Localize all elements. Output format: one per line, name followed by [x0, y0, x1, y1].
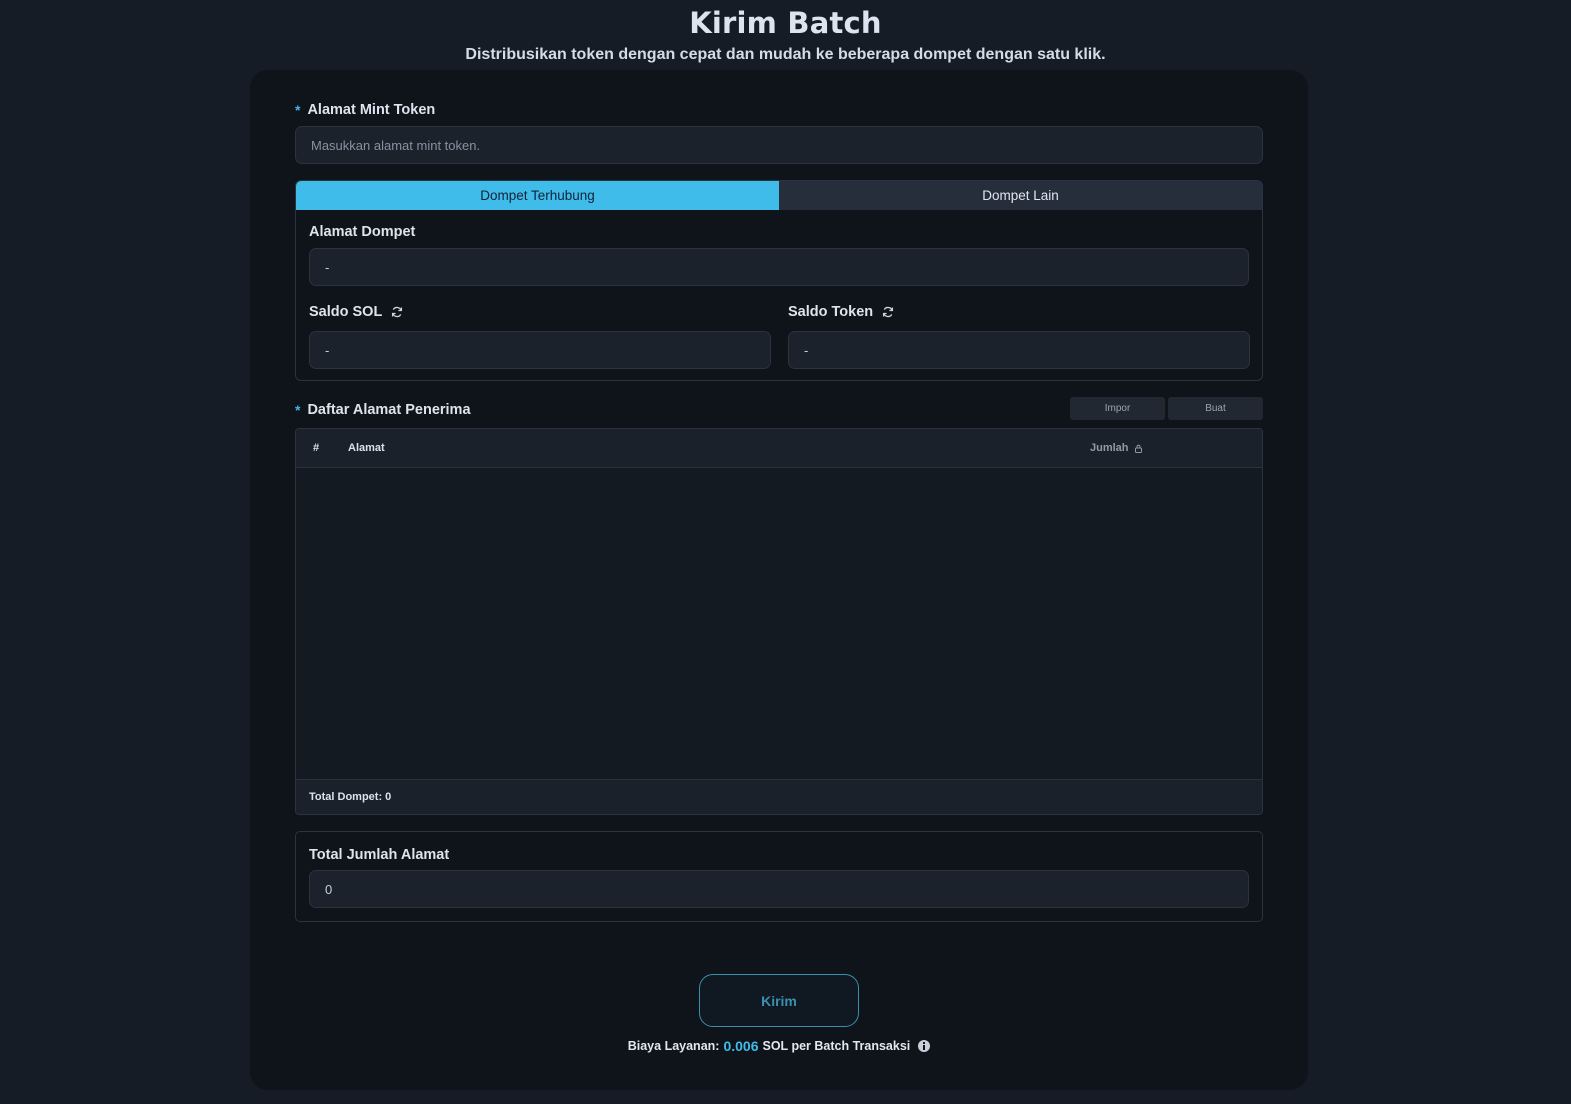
required-mark: * — [295, 402, 301, 418]
sol-balance-label: Saldo SOL — [309, 304, 403, 320]
recipient-table: # Alamat Jumlah Total Dompet: 0 — [295, 428, 1263, 815]
page-header: Kirim Batch Distribusikan token dengan c… — [0, 0, 1571, 64]
send-button[interactable]: Kirim — [699, 974, 859, 1027]
create-button[interactable]: Buat — [1168, 397, 1263, 420]
wallet-address-value: - — [325, 259, 330, 275]
total-amount-field: 0 — [309, 870, 1249, 908]
column-amount-label: Jumlah — [1090, 442, 1129, 454]
total-amount-value: 0 — [325, 881, 333, 897]
lock-icon — [1134, 444, 1142, 453]
table-footer: Total Dompet: 0 — [296, 779, 1262, 814]
column-index: # — [313, 442, 320, 454]
sol-balance-field: - — [309, 331, 771, 369]
wallet-address-field: - — [309, 248, 1249, 286]
fee-prefix: Biaya Layanan: — [627, 1039, 720, 1053]
page-title: Kirim Batch — [689, 6, 882, 40]
mint-address-label-text: Alamat Mint Token — [307, 102, 436, 118]
mint-address-label: * Alamat Mint Token — [295, 102, 435, 118]
total-wallets-text: Total Dompet: 0 — [309, 791, 392, 803]
tab-other-wallet[interactable]: Dompet Lain — [779, 181, 1262, 210]
fee-suffix: SOL per Batch Transaksi — [762, 1039, 911, 1053]
import-button[interactable]: Impor — [1070, 397, 1165, 420]
tab-connected-wallet[interactable]: Dompet Terhubung — [296, 181, 779, 210]
page-subtitle: Distribusikan token dengan cepat dan mud… — [465, 46, 1106, 63]
mint-address-placeholder: Masukkan alamat mint token. — [311, 137, 481, 153]
refresh-token-icon[interactable] — [882, 306, 894, 318]
wallet-tabs: Dompet Terhubung Dompet Lain — [296, 181, 1262, 210]
refresh-sol-icon[interactable] — [391, 306, 403, 318]
batch-send-card: * Alamat Mint Token Masukkan alamat mint… — [250, 70, 1308, 1090]
total-amount-label: Total Jumlah Alamat — [309, 847, 450, 863]
token-balance-label: Saldo Token — [788, 304, 894, 320]
fee-amount: 0.006 — [723, 1038, 759, 1054]
token-balance-label-text: Saldo Token — [788, 304, 874, 320]
wallet-address-label: Alamat Dompet — [309, 224, 416, 240]
token-balance-value: - — [804, 342, 809, 358]
recipient-list-label-text: Daftar Alamat Penerima — [307, 402, 471, 418]
total-amount-panel: Total Jumlah Alamat 0 — [295, 831, 1263, 922]
token-balance-field: - — [788, 331, 1250, 369]
sol-balance-value: - — [325, 342, 330, 358]
info-icon[interactable] — [918, 1040, 931, 1052]
service-fee: Biaya Layanan: 0.006 SOL per Batch Trans… — [250, 1038, 1308, 1054]
required-mark: * — [295, 102, 301, 118]
wallet-panel: Dompet Terhubung Dompet Lain Alamat Domp… — [295, 180, 1263, 381]
recipient-list-label: * Daftar Alamat Penerima — [295, 402, 471, 418]
mint-address-input[interactable]: Masukkan alamat mint token. — [295, 126, 1263, 164]
column-address: Alamat — [348, 442, 385, 454]
table-header: # Alamat Jumlah — [296, 429, 1262, 468]
sol-balance-label-text: Saldo SOL — [309, 304, 383, 320]
column-amount: Jumlah — [1090, 442, 1143, 454]
